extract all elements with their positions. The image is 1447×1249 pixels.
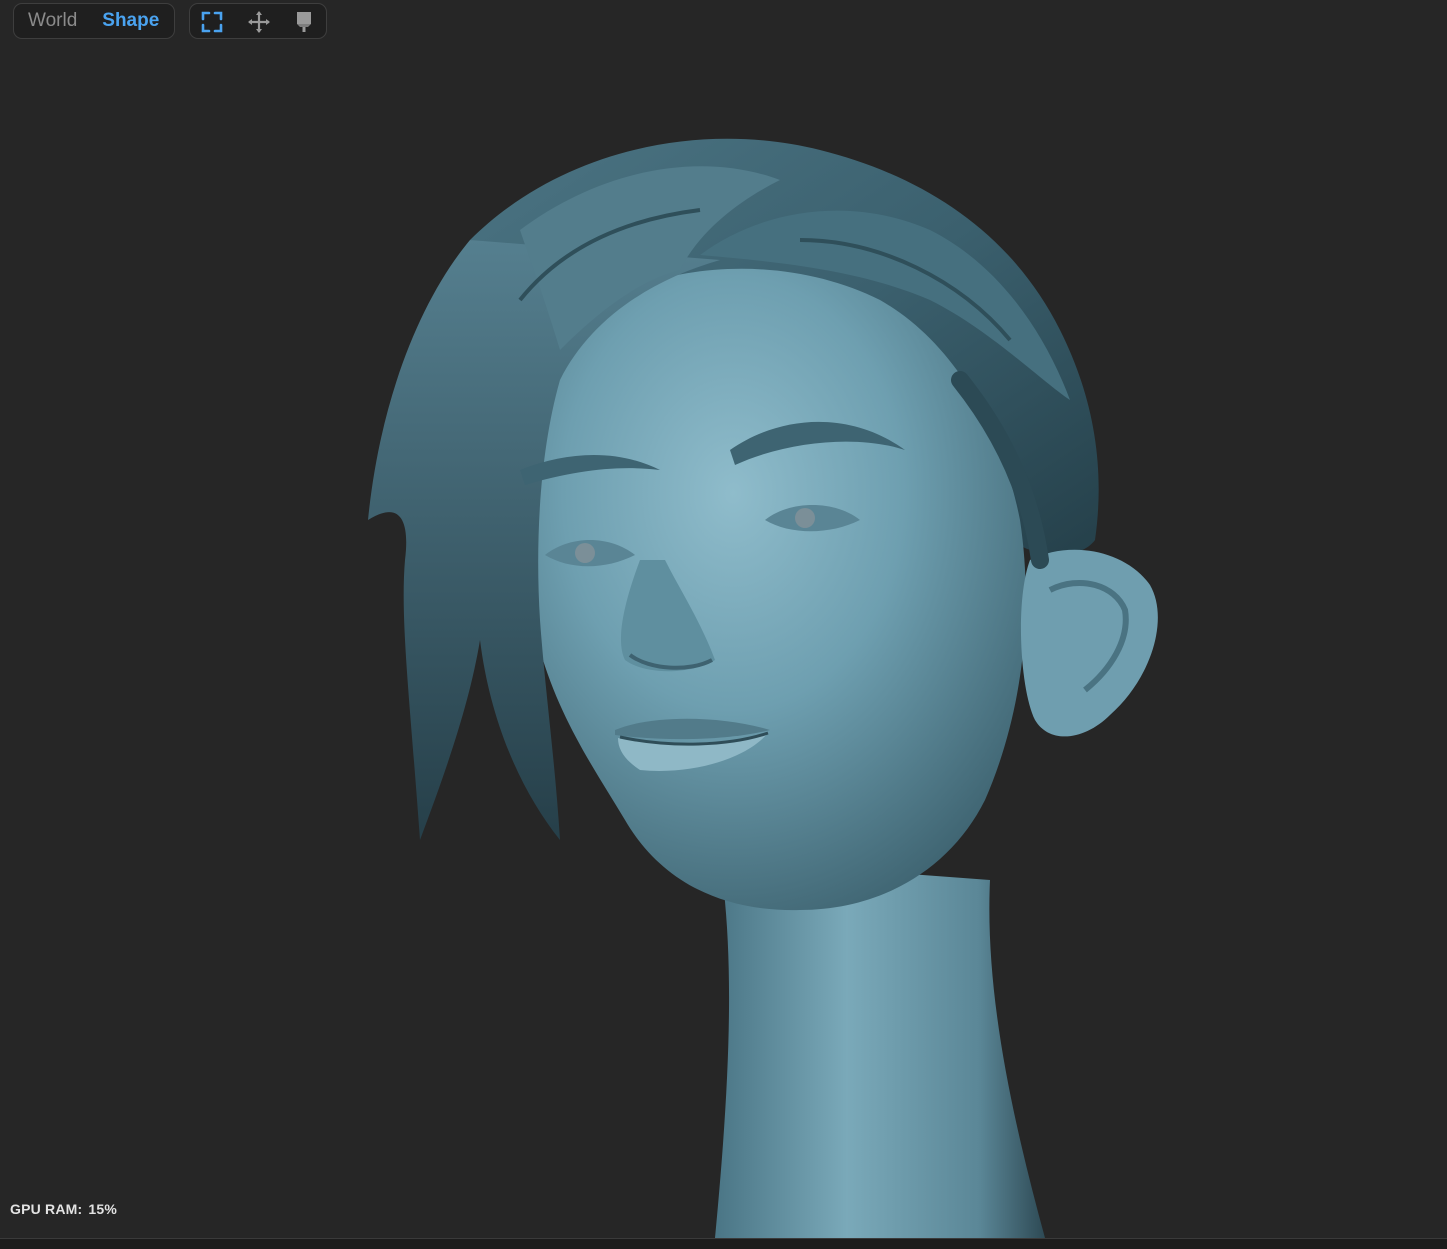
world-space-button[interactable]: World: [14, 10, 77, 32]
shape-space-button[interactable]: Shape: [77, 10, 159, 32]
move-icon[interactable]: [247, 10, 271, 34]
transform-tool-group: [189, 3, 327, 39]
gpu-ram-label: GPU RAM:: [10, 1201, 83, 1217]
gpu-ram-value: 15%: [88, 1201, 117, 1217]
bottom-panel-edge: [0, 1238, 1447, 1249]
frame-select-icon[interactable]: [200, 10, 224, 34]
3d-viewport[interactable]: World Shape GPU RAM: 15%: [0, 0, 1447, 1249]
space-toggle: World Shape: [13, 3, 175, 39]
sculpted-head-model[interactable]: [0, 0, 1447, 1249]
paint-brush-icon[interactable]: [292, 10, 316, 34]
gpu-ram-indicator: GPU RAM: 15%: [10, 1201, 117, 1217]
